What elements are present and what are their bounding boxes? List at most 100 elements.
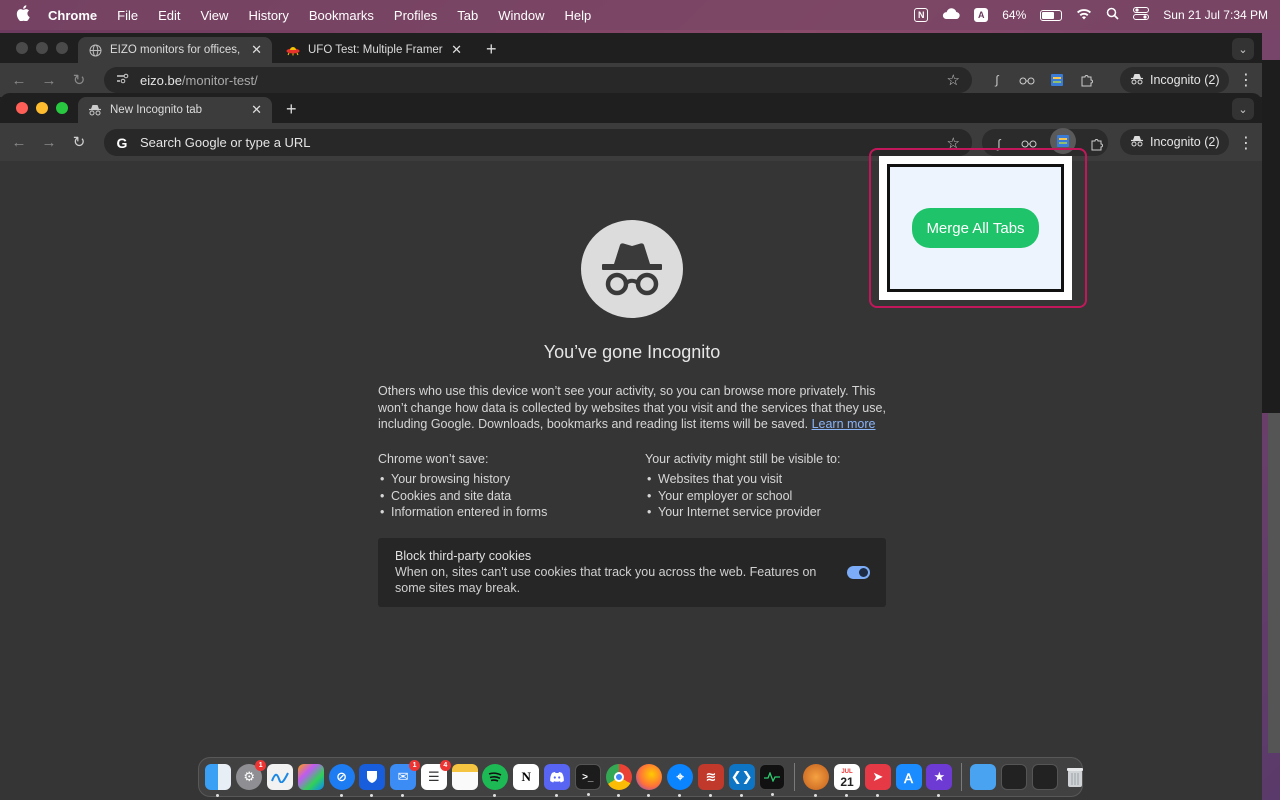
menubar-datetime[interactable]: Sun 21 Jul 7:34 PM [1163,8,1268,22]
forward-arrow-icon[interactable]: → [34,72,64,89]
close-tab-icon[interactable]: ✕ [251,102,262,118]
menu-app-name[interactable]: Chrome [48,8,97,23]
safari-icon[interactable]: ⊘ [328,764,355,797]
app-icon[interactable] [803,764,830,797]
spotify-icon[interactable] [482,764,509,797]
new-tab-plus-icon[interactable]: + [286,99,297,120]
terminal-icon[interactable]: >_ [574,764,601,796]
list-item: Cookies and site data [378,488,547,505]
tab-new-incognito[interactable]: New Incognito tab ✕ [78,97,272,123]
url-host: eizo.be [140,72,182,88]
app-store-icon[interactable]: Ａ [895,764,922,790]
dock: ⚙ 1 ⊘ ✉ 1 ☰ 4 N >_ ⌖ ≋ ❮❯ JUL 21 ➤ Ａ ★ [198,757,1084,797]
tab-merge-extension-icon[interactable] [1048,71,1066,89]
reminders-icon[interactable]: ☰ 4 [420,760,451,790]
zoom-window-button[interactable] [56,102,68,114]
menu-file[interactable]: File [117,8,138,23]
firefox-icon[interactable] [636,764,663,797]
puzzle-extensions-icon[interactable] [1088,135,1106,153]
paste-arrow-icon[interactable]: ➤ [864,764,891,797]
extensions-area: ∫ [988,71,1096,89]
back-arrow-icon[interactable]: ← [4,72,34,89]
close-tab-icon[interactable]: ✕ [251,42,262,58]
menu-bar: Chrome File Edit View History Bookmarks … [0,0,1280,30]
incognito-small-icon [1130,73,1144,88]
incognito-profile-chip[interactable]: Incognito (2) [1120,67,1230,93]
mail-icon[interactable]: ✉ 1 [390,760,421,797]
menu-view[interactable]: View [200,8,228,23]
downloads-folder-icon[interactable] [970,764,997,790]
block-cookies-toggle[interactable] [847,566,870,579]
menu-window[interactable]: Window [498,8,544,23]
trash-icon[interactable] [1062,764,1088,790]
tab-ufo-test[interactable]: UFO Test: Multiple Framerate ✕ [276,37,472,63]
close-window-button[interactable] [16,102,28,114]
notion-icon[interactable]: N [513,764,540,790]
tab-search-chevron-icon[interactable]: ⌄ [1232,98,1254,120]
puzzle-extensions-icon[interactable] [1078,71,1096,89]
freeform-icon[interactable] [266,764,293,790]
maps-pin-icon[interactable]: ⌖ [667,764,694,797]
control-center-icon[interactable] [1133,7,1150,23]
learn-more-link[interactable]: Learn more [812,417,876,431]
merge-all-tabs-button[interactable]: Merge All Tabs [912,208,1039,248]
site-settings-icon[interactable] [114,73,130,87]
calendar-icon[interactable]: JUL 21 [834,764,861,797]
finder-icon[interactable] [205,764,232,797]
wifi-icon[interactable] [1076,8,1092,23]
close-tab-icon[interactable]: ✕ [451,42,462,58]
vscode-icon[interactable]: ❮❯ [728,764,755,797]
forward-arrow-icon[interactable]: → [34,134,64,151]
menu-history[interactable]: History [248,8,288,23]
incognito-hat-glasses-icon [581,220,683,318]
launchpad-icon[interactable] [297,764,324,790]
list-item: Your browsing history [378,471,547,488]
window-thumbnail-icon[interactable] [1000,764,1027,790]
menu-tab[interactable]: Tab [457,8,478,23]
more-menu-icon[interactable]: ⋮ [1238,70,1254,90]
minimize-window-button[interactable] [36,102,48,114]
tab-search-chevron-icon[interactable]: ⌄ [1232,38,1254,60]
activity-monitor-icon[interactable] [759,764,786,796]
reload-icon[interactable]: ↻ [64,71,94,89]
bitwarden-icon[interactable] [359,764,386,797]
menu-profiles[interactable]: Profiles [394,8,437,23]
feather-extension-icon[interactable]: ∫ [988,71,1006,89]
url-path: /monitor-test/ [181,72,258,88]
incognito-description: Others who use this device won’t see you… [378,383,886,433]
bookmark-star-icon[interactable]: ☆ [947,71,960,89]
menu-help[interactable]: Help [565,8,592,23]
address-bar[interactable]: eizo.be/monitor-test/ ☆ [104,67,972,93]
merge-tabs-popup: Merge All Tabs [879,156,1072,300]
more-menu-icon[interactable]: ⋮ [1238,133,1254,153]
window-thumbnail-icon[interactable] [1031,764,1058,790]
reload-icon[interactable]: ↻ [64,133,94,151]
incognito-label: Incognito (2) [1150,135,1220,149]
chrome-icon[interactable] [605,764,632,797]
list-item: Information entered in forms [378,504,547,521]
glasses-extension-icon[interactable] [1018,71,1036,89]
input-source-icon[interactable]: A [974,8,989,22]
back-arrow-icon[interactable]: ← [4,134,34,151]
notes-icon[interactable] [451,764,478,790]
star-app-icon[interactable]: ★ [926,764,953,797]
apple-menu-icon[interactable] [16,4,38,26]
tab-title: New Incognito tab [110,104,203,116]
address-bar[interactable]: G Search Google or type a URL ☆ [104,129,972,156]
cloud-icon[interactable] [942,7,960,23]
google-g-icon: G [116,134,128,151]
database-stack-icon[interactable]: ≋ [697,764,724,797]
tab-title: UFO Test: Multiple Framerate [308,44,443,56]
spotlight-icon[interactable] [1106,7,1119,23]
window-controls[interactable] [16,102,68,114]
new-tab-plus-icon[interactable]: + [486,39,497,60]
menu-edit[interactable]: Edit [158,8,180,23]
discord-icon[interactable] [543,764,570,797]
window-controls[interactable] [16,42,68,54]
menu-bookmarks[interactable]: Bookmarks [309,8,374,23]
incognito-profile-chip[interactable]: Incognito (2) [1120,129,1230,155]
notion-menu-icon[interactable]: N [914,8,929,22]
system-settings-icon[interactable]: ⚙ 1 [236,760,267,790]
tab-eizo[interactable]: EIZO monitors for offices, pho ✕ [78,37,272,63]
battery-icon[interactable] [1040,9,1063,21]
